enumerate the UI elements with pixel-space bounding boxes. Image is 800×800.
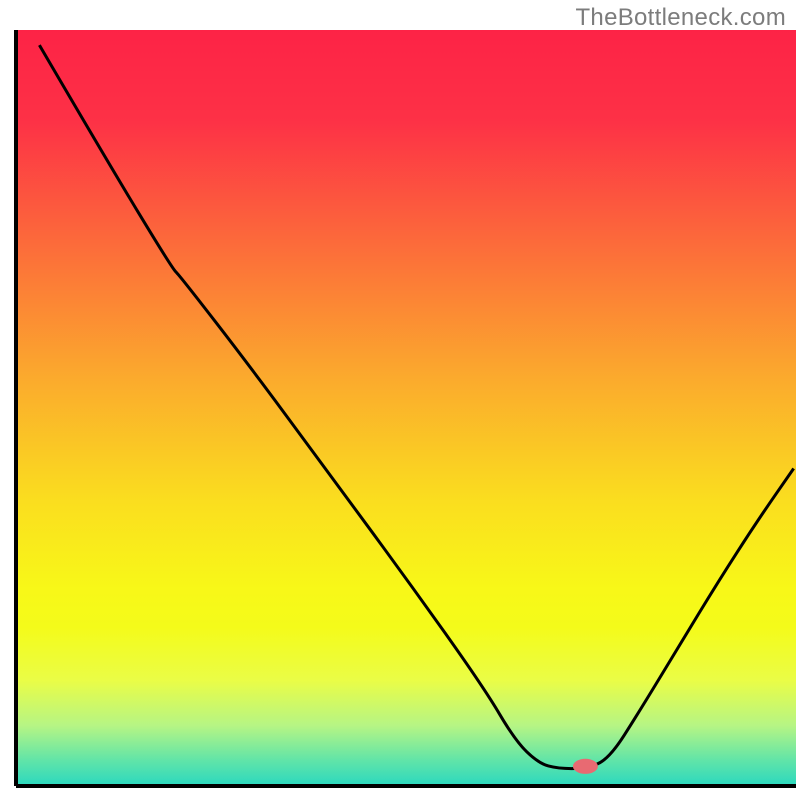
bottleneck-chart: TheBottleneck.com	[0, 0, 800, 800]
watermark-text: TheBottleneck.com	[575, 4, 786, 32]
optimal-point-marker	[573, 759, 598, 774]
chart-svg	[0, 0, 800, 800]
gradient-background	[16, 30, 796, 786]
